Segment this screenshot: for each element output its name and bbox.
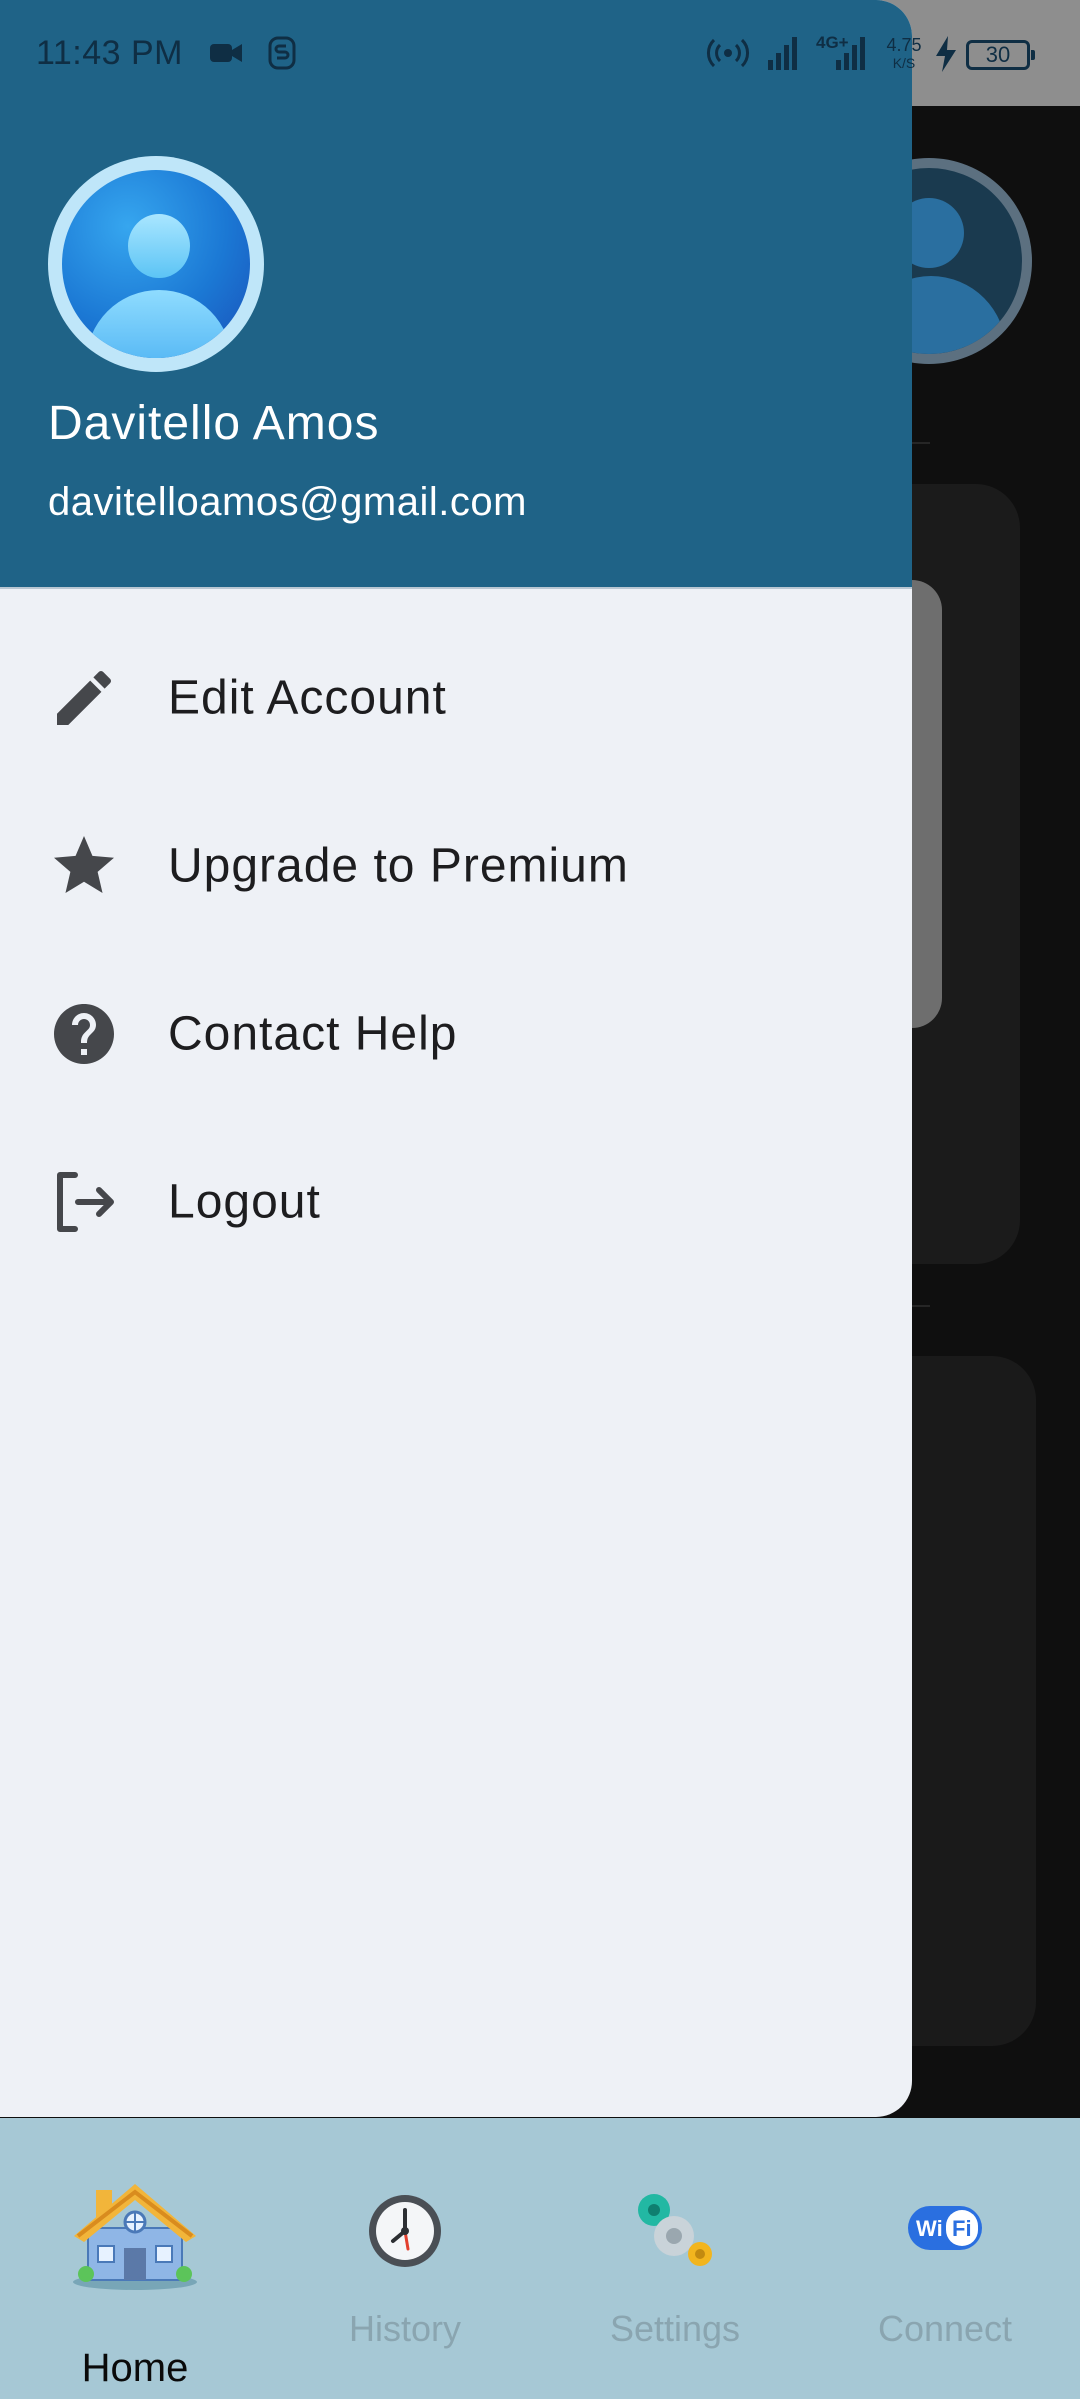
bottom-navigation: Home History Settings Wi Fi Connect — [0, 2118, 1080, 2399]
help-circle-icon — [54, 1004, 114, 1064]
nav-item-settings[interactable]: Settings — [540, 2118, 810, 2399]
network-speed: 4.75 K/S — [886, 35, 922, 71]
signal-icon — [768, 37, 797, 70]
menu-item-label: Upgrade to Premium — [168, 839, 629, 893]
nav-label: Connect — [877, 2308, 1013, 2349]
svg-text:Wi: Wi — [916, 2216, 943, 2241]
user-avatar-icon[interactable] — [48, 156, 264, 372]
nav-item-home[interactable]: Home — [0, 2118, 270, 2399]
s-notification-icon — [268, 36, 296, 70]
logout-icon — [57, 1172, 114, 1232]
svg-text:Fi: Fi — [952, 2216, 972, 2241]
house-icon — [73, 2184, 197, 2290]
menu-item-label: Logout — [168, 1175, 321, 1229]
menu-item-upgrade-premium[interactable]: Upgrade to Premium — [0, 782, 912, 950]
pencil-icon — [57, 670, 112, 725]
menu-item-label: Contact Help — [168, 1007, 458, 1061]
menu-item-edit-account[interactable]: Edit Account — [0, 614, 912, 782]
charging-bolt-icon — [936, 36, 956, 72]
hotspot-icon — [707, 38, 749, 68]
menu-item-label: Edit Account — [168, 671, 447, 725]
status-bar: 11:43 PM 4G+ 4.75 K/S 30 — [0, 0, 1040, 106]
nav-item-connect[interactable]: Wi Fi Connect — [810, 2118, 1080, 2399]
user-name: Davitello Amos — [48, 397, 380, 450]
status-time: 11:43 PM — [36, 34, 184, 72]
clock-icon — [369, 2195, 441, 2267]
nav-item-history[interactable]: History — [270, 2118, 540, 2399]
gears-icon — [638, 2194, 712, 2266]
menu-item-logout[interactable]: Logout — [0, 1118, 912, 1286]
user-email: davitelloamos@gmail.com — [48, 480, 527, 524]
signal-icon — [836, 37, 865, 70]
menu-item-contact-help[interactable]: Contact Help — [0, 950, 912, 1118]
video-camera-icon — [210, 44, 242, 62]
nav-label: History — [348, 2308, 461, 2349]
nav-label: Settings — [609, 2308, 741, 2349]
navigation-drawer: Davitello Amos davitelloamos@gmail.com E… — [0, 0, 912, 2117]
nav-label: Home — [81, 2346, 189, 2390]
wifi-icon: Wi Fi — [908, 2206, 982, 2250]
battery-level: 30 — [985, 42, 1011, 67]
star-icon — [54, 836, 114, 893]
battery-icon: 30 — [966, 40, 1035, 70]
